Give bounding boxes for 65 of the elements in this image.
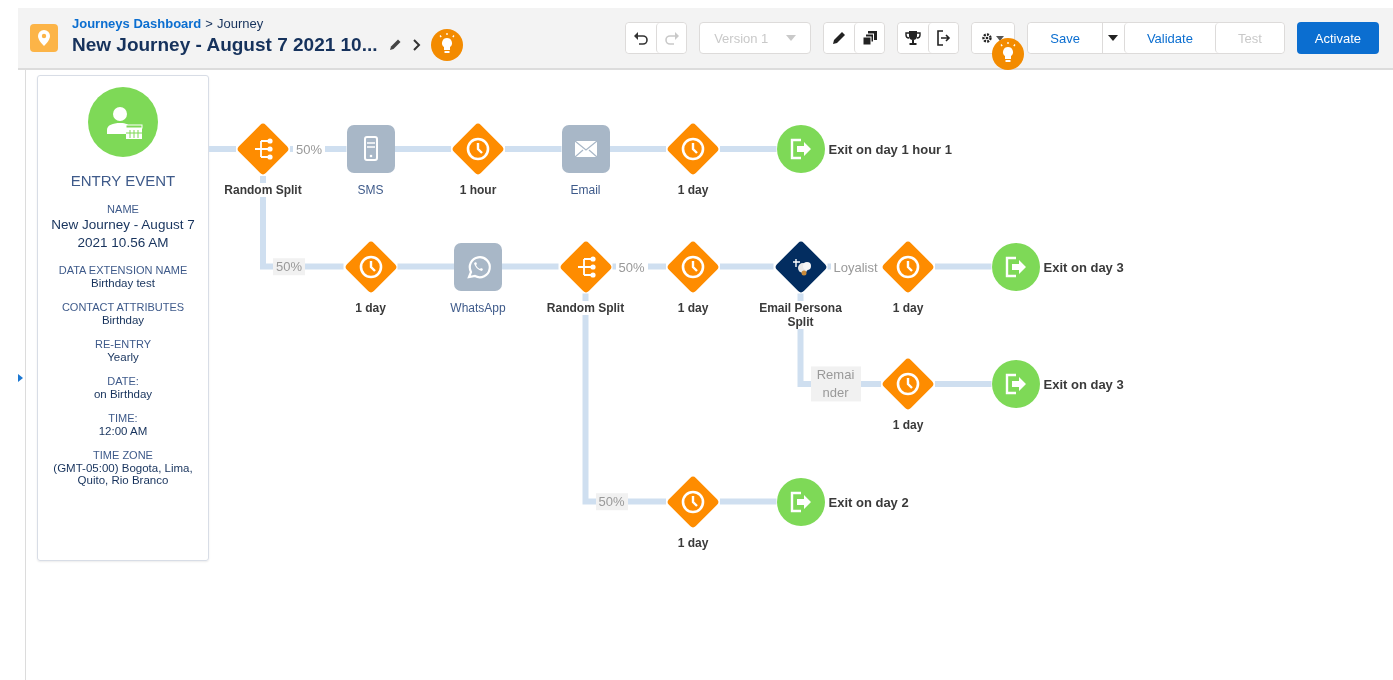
connector-line <box>609 146 666 152</box>
field-label: NAME <box>106 203 140 215</box>
location-pin-icon <box>30 24 58 52</box>
field-value: New Journey - August 7 2021 10.56 AM <box>50 216 196 253</box>
phone-node <box>346 125 395 173</box>
field-value: Birthday <box>100 314 146 327</box>
branch-label: 50% <box>273 257 306 276</box>
copy-button[interactable] <box>854 23 885 53</box>
envelope-node <box>561 125 610 173</box>
settings-icon <box>980 31 1007 45</box>
copy-icon <box>861 30 878 46</box>
connector-line <box>397 263 454 270</box>
person-calendar-icon <box>88 87 158 157</box>
trophy-icon <box>905 30 922 46</box>
caret-down-icon <box>1108 35 1119 41</box>
caret-down-icon <box>786 35 797 41</box>
pencil-icon <box>831 30 848 46</box>
branch-label: Remainder <box>810 366 861 402</box>
field-label: RE-ENTRY <box>95 338 151 351</box>
node-label: Exit on day 3 <box>1043 376 1124 392</box>
field-value: 12:00 AM <box>98 425 148 438</box>
connector-line <box>505 146 562 152</box>
connector-line <box>935 263 992 270</box>
journey-title: New Journey - August 7 2021 10... <box>72 33 378 56</box>
field-label: TIME: <box>107 412 139 425</box>
node-label: Email <box>569 183 602 197</box>
connector-line <box>720 263 774 270</box>
exit-door-node <box>991 360 1040 408</box>
node-label: Exit on day 2 <box>828 494 909 509</box>
entry-event-card[interactable] <box>37 75 209 561</box>
node-label: WhatsApp <box>449 300 507 315</box>
node-label: SMS <box>356 183 385 197</box>
field-label: DATA EXTENSION NAME <box>58 264 188 277</box>
undo-icon <box>633 31 650 45</box>
connector-line <box>720 498 777 505</box>
branch-label: 50% <box>595 492 628 511</box>
breadcrumb-current: Journey <box>216 15 264 31</box>
connector-line <box>720 146 777 152</box>
breadcrumb-link[interactable]: Journeys Dashboard <box>72 15 202 31</box>
chat-bubble-node <box>454 242 502 291</box>
exit-door-node <box>776 477 825 526</box>
field-value: on Birthday <box>93 388 153 401</box>
field-label: DATE: <box>106 375 140 388</box>
field-value: Birthday test <box>90 277 156 290</box>
exit-door-node <box>991 242 1040 291</box>
exit-icon <box>935 30 952 46</box>
exit-button[interactable] <box>928 23 959 53</box>
chevron-right-icon[interactable] <box>411 37 421 52</box>
entry-event-title: ENTRY EVENT <box>70 172 176 189</box>
pencil-icon[interactable] <box>387 37 402 52</box>
activate-button[interactable]: Activate <box>1296 22 1379 54</box>
field-value: Yearly <box>106 351 140 364</box>
field-label: CONTACT ATTRIBUTES <box>61 301 185 314</box>
exit-door-node <box>776 125 825 173</box>
node-label: Exit on day 1 hour 1 <box>828 141 953 157</box>
expand-arrow-icon[interactable] <box>18 374 23 382</box>
redo-icon <box>663 31 680 45</box>
breadcrumb-separator: > <box>205 15 213 31</box>
connector-line <box>935 381 992 387</box>
field-label: TIME ZONE <box>92 449 154 462</box>
connector-line <box>209 146 236 152</box>
connector-line <box>394 146 451 152</box>
connector-line <box>502 263 559 270</box>
node-label: Exit on day 3 <box>1043 259 1124 274</box>
field-value: (GMT-05:00) Bogota, Lima, Quito, Rio Branco <box>52 462 194 487</box>
